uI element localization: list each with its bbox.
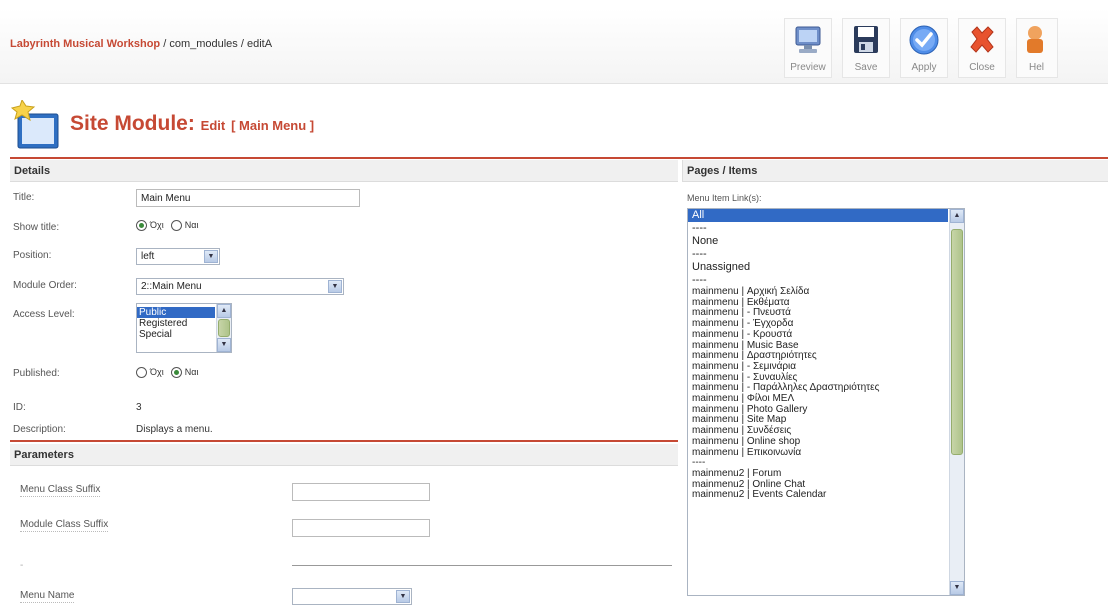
header-divider [10,157,1108,159]
menu-option[interactable]: mainmenu2 | Events Calendar [688,490,964,501]
menu-option[interactable]: mainmenu | Επικοινωνία [688,447,964,459]
page-title-edit: Edit [200,118,226,133]
menu-name-label: Menu Name [20,590,75,603]
menu-option-all[interactable]: All [688,209,948,222]
published-label: Published: [13,368,60,379]
preview-button[interactable]: Preview [784,18,832,78]
pages-heading: Pages / Items [682,160,1108,182]
scroll-up-icon[interactable]: ▲ [950,209,964,223]
module-box-icon [10,100,59,149]
menu-option-separator[interactable]: ---- [688,222,964,235]
checkmark-icon [909,25,939,55]
close-button[interactable]: Close [958,18,1006,78]
menu-class-suffix-label: Menu Class Suffix [20,484,101,497]
published-radios: Όχι Ναι [136,366,202,378]
details-heading: Details [10,160,678,182]
floppy-disk-icon [854,26,878,53]
access-option-public[interactable]: Public [137,307,215,318]
parameters-divider [10,440,678,442]
monitor-icon [795,26,821,53]
access-scrollbar[interactable]: ▲ ▼ [216,304,231,352]
chevron-down-icon: ▼ [204,250,218,263]
description-label: Description: [13,424,66,435]
position-select[interactable]: left ▼ [136,248,220,265]
parameters-heading: Parameters [10,444,678,466]
menu-option-none[interactable]: None [688,235,964,248]
id-label: ID: [13,402,26,413]
show-title-yes-radio[interactable] [170,219,182,231]
show-title-no-label: Όχι [150,220,164,231]
show-title-radios: Όχι Ναι [136,219,202,231]
menu-name-select[interactable]: ▼ [292,588,412,605]
published-no-radio[interactable] [136,366,147,378]
description-value: Displays a menu. [136,424,213,435]
help-person-icon [1027,26,1043,53]
scroll-down-icon[interactable]: ▼ [950,581,964,595]
chevron-down-icon: ▼ [328,280,342,293]
breadcrumb-site[interactable]: Labyrinth Musical Workshop [10,38,160,50]
position-value: left [141,251,155,262]
menu-list-scrollbar[interactable]: ▲ ▼ [949,209,964,595]
preview-label: Preview [790,62,826,73]
breadcrumb-path: / com_modules / editA [160,38,273,50]
action-toolbar: Preview Save Apply Close Hel [784,18,1058,78]
module-order-label: Module Order: [13,280,77,291]
close-label: Close [969,62,995,73]
published-yes-radio[interactable] [170,366,182,378]
apply-label: Apply [911,62,937,73]
id-value: 3 [136,402,142,413]
save-button[interactable]: Save [842,18,890,78]
menu-item-link-label: Menu Item Link(s): [687,193,762,203]
menu-option-unassigned[interactable]: Unassigned [688,261,964,274]
breadcrumb: Labyrinth Musical Workshop / com_modules… [10,38,272,50]
access-level-label: Access Level: [13,309,75,320]
module-order-select[interactable]: 2::Main Menu ▼ [136,278,344,295]
top-toolbar-bar: Labyrinth Musical Workshop / com_modules… [0,8,1108,84]
page-title-main: Site Module: [70,112,201,135]
access-level-list[interactable]: Public Registered Special ▲ ▼ [136,303,232,353]
module-order-value: 2::Main Menu [141,281,202,292]
page-title-module: [ Main Menu ] [231,118,315,133]
scroll-down-icon[interactable]: ▼ [217,338,231,352]
scroll-thumb[interactable] [951,229,963,455]
module-class-suffix-input[interactable] [292,519,430,537]
show-title-no-radio[interactable] [136,219,147,231]
title-input[interactable] [136,189,360,207]
scroll-up-icon[interactable]: ▲ [217,304,231,318]
chevron-down-icon: ▼ [396,590,410,603]
menu-class-suffix-input[interactable] [292,483,430,501]
page-title: Site Module: Edit [ Main Menu ] [70,112,314,136]
position-label: Position: [13,250,52,261]
apply-button[interactable]: Apply [900,18,948,78]
spacer-line [292,565,672,566]
save-label: Save [854,62,878,73]
title-label: Title: [13,192,35,203]
help-label: Hel [1029,62,1045,73]
close-x-icon [970,26,994,53]
help-button[interactable]: Hel [1016,18,1058,78]
menu-option-separator[interactable]: ---- [688,248,964,261]
menu-option[interactable]: mainmenu | Online shop [688,436,964,448]
show-title-label: Show title: [13,222,60,233]
published-no-label: Όχι [150,367,164,378]
spacer-dash: - [20,560,24,571]
scroll-thumb[interactable] [218,319,230,337]
menu-item-links-list[interactable]: All ---- None ---- Unassigned ---- mainm… [687,208,965,596]
menu-option[interactable]: mainmenu | - Κρουστά [688,329,964,341]
module-class-suffix-label: Module Class Suffix [20,519,109,532]
published-yes-label: Ναι [184,367,199,378]
show-title-yes-label: Ναι [184,220,199,231]
